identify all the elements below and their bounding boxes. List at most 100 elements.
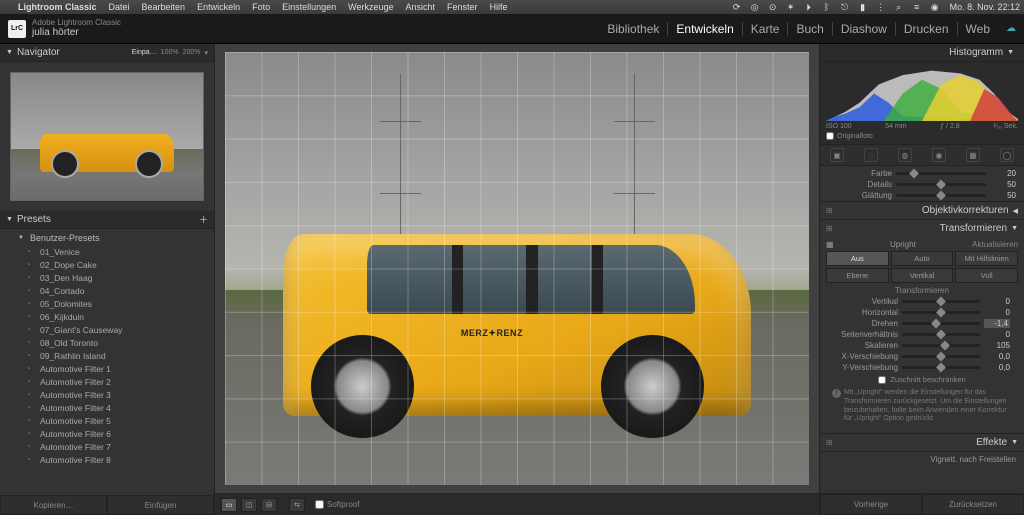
slider-skalieren[interactable]: Skalieren105 <box>826 340 1018 351</box>
slider-vertikal[interactable]: Vertikal0 <box>826 296 1018 307</box>
paste-button[interactable]: Einfügen <box>107 495 214 515</box>
radial-tool-icon[interactable]: ◯ <box>1000 148 1014 162</box>
image-canvas[interactable]: MERZ✦RENZ <box>225 52 809 485</box>
constrain-crop-checkbox[interactable] <box>878 376 886 384</box>
slider-details[interactable]: Details 50 <box>820 179 1024 190</box>
slider-glaettung[interactable]: Glättung 50 <box>820 190 1024 201</box>
navigator-preview[interactable] <box>0 62 214 211</box>
preset-item[interactable]: ▫03_Den Haag <box>0 271 214 284</box>
module-entwickeln[interactable]: Entwickeln <box>667 22 741 36</box>
effects-header[interactable]: ⊞ Effekte ▼ <box>820 434 1024 451</box>
preset-item[interactable]: ▫Automotive Filter 6 <box>0 427 214 440</box>
upright-update[interactable]: Aktualisieren <box>972 240 1018 249</box>
presets-add-icon[interactable]: ＋ <box>199 213 208 226</box>
upright-voll-button[interactable]: Voll <box>955 268 1018 283</box>
module-buch[interactable]: Buch <box>787 22 831 36</box>
menu-entwickeln[interactable]: Entwickeln <box>197 2 240 12</box>
preset-item[interactable]: ▫Automotive Filter 3 <box>0 388 214 401</box>
preset-item[interactable]: ▫02_Dope Cake <box>0 258 214 271</box>
preset-item[interactable]: ▫07_Giant's Causeway <box>0 323 214 336</box>
redeye-tool-icon[interactable]: ◉ <box>932 148 946 162</box>
module-drucken[interactable]: Drucken <box>895 22 957 36</box>
battery-icon[interactable]: ▮ <box>858 2 868 12</box>
before-after-split-button[interactable]: ⊟ <box>261 498 277 512</box>
slider-x-verschiebung[interactable]: X-Verschiebung0,0 <box>826 351 1018 362</box>
menu-fenster[interactable]: Fenster <box>447 2 478 12</box>
navigator-header[interactable]: ▼ Navigator Einpa… 100% 200% ▾ <box>0 44 214 62</box>
preset-item[interactable]: ▫Automotive Filter 4 <box>0 401 214 414</box>
preset-item[interactable]: ▫05_Dolomites <box>0 297 214 310</box>
heal-tool-icon[interactable]: ◌ <box>864 148 878 162</box>
reset-button[interactable]: Zurücksetzen <box>922 494 1024 515</box>
slider-seitenverhältnis[interactable]: Seitenverhältnis0 <box>826 329 1018 340</box>
menu-ansicht[interactable]: Ansicht <box>406 2 436 12</box>
preset-item[interactable]: ▫08_Old Toronto <box>0 336 214 349</box>
mask-tool-icon[interactable]: ◍ <box>898 148 912 162</box>
preset-group[interactable]: ▼ Benutzer-Presets <box>0 231 214 245</box>
module-web[interactable]: Web <box>957 22 998 36</box>
panel-switch-icon[interactable]: ⊞ <box>826 438 836 447</box>
histogram-header[interactable]: Histogramm ▼ <box>820 44 1024 62</box>
swap-button[interactable]: ⇆ <box>289 498 305 512</box>
panel-switch-icon[interactable]: ⊞ <box>826 206 836 215</box>
zoom-fit[interactable]: Einpa… <box>132 49 157 57</box>
previous-button[interactable]: Vorherige <box>820 494 922 515</box>
slider-y-verschiebung[interactable]: Y-Verschiebung0,0 <box>826 362 1018 373</box>
slider-farbe[interactable]: Farbe 20 <box>820 168 1024 179</box>
menu-bearbeiten[interactable]: Bearbeiten <box>142 2 186 12</box>
module-bibliothek[interactable]: Bibliothek <box>599 22 667 36</box>
bluetooth-icon[interactable]: ᛒ <box>822 2 832 12</box>
preset-item[interactable]: ▫Automotive Filter 8 <box>0 453 214 466</box>
preset-item[interactable]: ▫04_Cortado <box>0 284 214 297</box>
menu-foto[interactable]: Foto <box>252 2 270 12</box>
upright-ebene-button[interactable]: Ebene <box>826 268 889 283</box>
crop-tool-icon[interactable]: ▣ <box>830 148 844 162</box>
preset-item[interactable]: ▫Automotive Filter 7 <box>0 440 214 453</box>
cloud-sync-icon[interactable]: ☁ <box>1006 23 1016 34</box>
upright-mit-hilfslinien-button[interactable]: Mit Hilfslinien <box>955 251 1018 266</box>
menu-datei[interactable]: Datei <box>109 2 130 12</box>
menubar-app-name[interactable]: Lightroom Classic <box>18 2 97 12</box>
panel-switch-icon[interactable]: ⊞ <box>826 224 836 233</box>
tray-icon[interactable]: ⟳ <box>732 2 742 12</box>
transform-header[interactable]: ⊞ Transformieren ▼ <box>820 220 1024 237</box>
zoom-100[interactable]: 100% <box>161 49 179 57</box>
before-after-button[interactable]: ◫ <box>241 498 257 512</box>
softproof-checkbox[interactable] <box>315 500 324 509</box>
preset-item[interactable]: ▫06_Kijkduin <box>0 310 214 323</box>
lens-corrections-header[interactable]: ⊞ Objektivkorrekturen ◀ <box>820 202 1024 219</box>
control-center-icon[interactable]: ≡ <box>912 2 922 12</box>
menubar-clock[interactable]: Mo. 8. Nov. 22:12 <box>950 2 1020 12</box>
tray-icon[interactable]: ✶ <box>786 2 796 12</box>
module-diashow[interactable]: Diashow <box>832 22 895 36</box>
upright-aus-button[interactable]: Aus <box>826 251 889 266</box>
histogram-panel[interactable]: ISO 100 54 mm ƒ / 2,8 ¹⁄₁₀ Sek. Original… <box>820 62 1024 144</box>
preset-item[interactable]: ▫Automotive Filter 5 <box>0 414 214 427</box>
gradient-tool-icon[interactable]: ▦ <box>966 148 980 162</box>
copy-button[interactable]: Kopieren… <box>0 495 107 515</box>
menu-hilfe[interactable]: Hilfe <box>490 2 508 12</box>
zoom-200[interactable]: 200% <box>183 49 201 57</box>
slider-drehen[interactable]: Drehen-1,4 <box>826 318 1018 329</box>
menu-einstellungen[interactable]: Einstellungen <box>282 2 336 12</box>
preset-item[interactable]: ▫09_Rathlin Island <box>0 349 214 362</box>
siri-icon[interactable]: ◉ <box>930 2 940 12</box>
tray-icon[interactable]: ⊙ <box>768 2 778 12</box>
upright-vertikal-button[interactable]: Vertikal <box>891 268 954 283</box>
tray-icon[interactable]: ◎ <box>750 2 760 12</box>
tray-icon[interactable]: ⏵ <box>804 2 814 12</box>
presets-header[interactable]: ▼ Presets ＋ <box>0 211 214 229</box>
preset-item[interactable]: ▫01_Venice <box>0 245 214 258</box>
zoom-more-icon[interactable]: ▾ <box>204 49 208 57</box>
search-icon[interactable]: ⌕ <box>894 2 904 12</box>
module-karte[interactable]: Karte <box>742 22 788 36</box>
upright-auto-button[interactable]: Auto <box>891 251 954 266</box>
tray-icon[interactable]: ⎋ <box>840 2 850 12</box>
wifi-icon[interactable]: ⋮ <box>876 2 886 12</box>
guided-upright-icon[interactable]: ▦ <box>826 240 834 249</box>
menu-werkzeuge[interactable]: Werkzeuge <box>348 2 393 12</box>
slider-horizontal[interactable]: Horizontal0 <box>826 307 1018 318</box>
loupe-view-button[interactable]: ▭ <box>221 498 237 512</box>
preset-item[interactable]: ▫Automotive Filter 2 <box>0 375 214 388</box>
preset-item[interactable]: ▫Automotive Filter 1 <box>0 362 214 375</box>
